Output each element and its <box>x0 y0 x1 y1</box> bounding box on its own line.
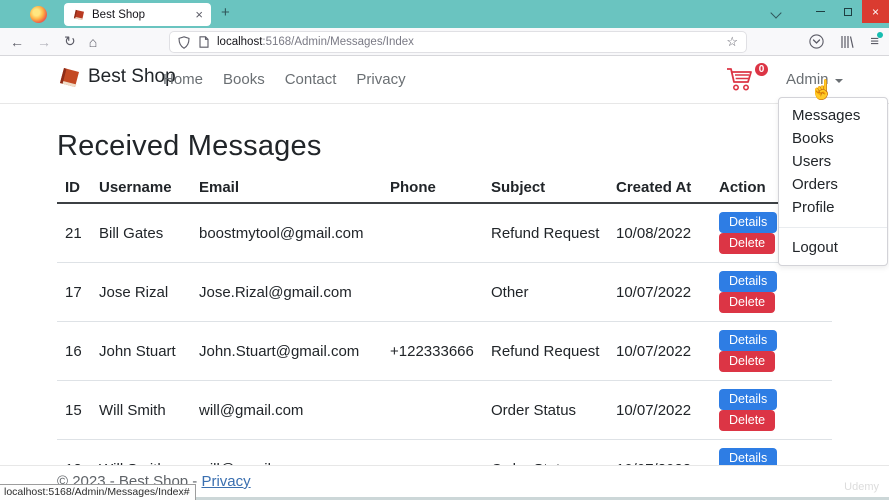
menu-item-users[interactable]: Users <box>779 150 887 173</box>
site-navbar: Best Shop Home Books Contact Privacy 0 A… <box>0 56 889 104</box>
cell-email: will@gmail.com <box>191 381 382 440</box>
table-row: 17 Jose Rizal Jose.Rizal@gmail.com Other… <box>57 263 832 322</box>
cell-email: John.Stuart@gmail.com <box>191 322 382 381</box>
cart-count-badge: 0 <box>753 61 770 78</box>
home-button[interactable]: ⌂ <box>89 34 97 50</box>
menu-button[interactable]: ≡ <box>870 33 879 50</box>
bookmark-star-icon[interactable]: ☆ <box>726 34 738 50</box>
menu-item-messages[interactable]: Messages <box>779 104 887 127</box>
table-row: 21 Bill Gates boostmytool@gmail.com Refu… <box>57 203 832 263</box>
cell-actions: DetailsDelete <box>711 263 832 322</box>
cell-subject: Order Status <box>483 381 608 440</box>
menu-notification-dot <box>877 32 883 38</box>
caret-down-icon <box>835 79 843 83</box>
cell-id: 17 <box>57 263 91 322</box>
cell-phone <box>382 263 483 322</box>
library-icon[interactable] <box>840 35 854 49</box>
cell-subject: Refund Request <box>483 322 608 381</box>
header-email: Email <box>191 174 382 203</box>
firefox-icon[interactable] <box>30 6 47 23</box>
admin-dropdown-menu: Messages Books Users Orders Profile Logo… <box>778 97 888 266</box>
cell-username: Will Smith <box>91 381 191 440</box>
new-tab-button[interactable]: + <box>221 4 230 21</box>
cart-icon <box>726 67 756 93</box>
menu-item-logout[interactable]: Logout <box>779 236 887 259</box>
cell-actions: DetailsDelete <box>711 322 832 381</box>
messages-table: ID Username Email Phone Subject Created … <box>57 174 832 499</box>
delete-button[interactable]: Delete <box>719 233 775 254</box>
menu-item-orders[interactable]: Orders <box>779 173 887 196</box>
details-button[interactable]: Details <box>719 330 777 351</box>
back-button[interactable]: ← <box>10 34 24 50</box>
cell-created-at: 10/07/2022 <box>608 381 711 440</box>
window-controls: × <box>806 0 889 23</box>
menu-divider <box>779 227 887 228</box>
shield-icon[interactable] <box>178 36 190 49</box>
footer-privacy-link[interactable]: Privacy <box>201 473 250 490</box>
header-created-at: Created At <box>608 174 711 203</box>
link-status-tooltip: localhost:5168/Admin/Messages/Index# <box>0 484 196 500</box>
tab-title: Best Shop <box>92 9 195 21</box>
cell-phone: +122333666 <box>382 322 483 381</box>
tab-list-chevron-icon[interactable] <box>770 7 781 18</box>
forward-button[interactable]: → <box>37 34 51 50</box>
cell-phone <box>382 203 483 263</box>
cell-email: Jose.Rizal@gmail.com <box>191 263 382 322</box>
nav-link-privacy[interactable]: Privacy <box>346 71 415 88</box>
menu-item-profile[interactable]: Profile <box>779 196 887 219</box>
cell-created-at: 10/08/2022 <box>608 203 711 263</box>
details-button[interactable]: Details <box>719 389 777 410</box>
maximize-button[interactable] <box>834 0 862 23</box>
header-subject: Subject <box>483 174 608 203</box>
cell-username: John Stuart <box>91 322 191 381</box>
tab-close-icon[interactable]: × <box>195 8 203 21</box>
reload-button[interactable]: ↻ <box>64 33 76 50</box>
minimize-button[interactable] <box>806 0 834 23</box>
delete-button[interactable]: Delete <box>719 410 775 431</box>
header-id: ID <box>57 174 91 203</box>
table-row: 15 Will Smith will@gmail.com Order Statu… <box>57 381 832 440</box>
address-bar[interactable]: localhost:5168/Admin/Messages/Index ☆ <box>170 32 746 52</box>
header-username: Username <box>91 174 191 203</box>
watermark: Udemy <box>844 481 879 493</box>
header-phone: Phone <box>382 174 483 203</box>
nav-link-contact[interactable]: Contact <box>275 71 347 88</box>
close-window-button[interactable]: × <box>862 0 889 23</box>
cell-id: 21 <box>57 203 91 263</box>
cell-created-at: 10/07/2022 <box>608 263 711 322</box>
cell-email: boostmytool@gmail.com <box>191 203 382 263</box>
cell-id: 15 <box>57 381 91 440</box>
page-title: Received Messages <box>57 130 889 163</box>
cell-username: Bill Gates <box>91 203 191 263</box>
cell-actions: DetailsDelete <box>711 381 832 440</box>
book-logo-icon <box>57 67 81 88</box>
page-info-icon[interactable] <box>199 36 209 48</box>
table-header-row: ID Username Email Phone Subject Created … <box>57 174 832 203</box>
browser-tab[interactable]: Best Shop × <box>64 3 211 26</box>
browser-window: Best Shop × + × ← → ↻ ⌂ localhost:5168/A… <box>0 0 889 500</box>
mouse-hand-cursor: ☝ <box>810 78 834 102</box>
details-button[interactable]: Details <box>719 212 777 233</box>
details-button[interactable]: Details <box>719 271 777 292</box>
delete-button[interactable]: Delete <box>719 292 775 313</box>
pocket-icon[interactable] <box>809 34 824 49</box>
menu-item-books[interactable]: Books <box>779 127 887 150</box>
cell-created-at: 10/07/2022 <box>608 322 711 381</box>
nav-link-home[interactable]: Home <box>153 71 213 88</box>
cell-username: Jose Rizal <box>91 263 191 322</box>
table-row: 16 John Stuart John.Stuart@gmail.com +12… <box>57 322 832 381</box>
cell-phone <box>382 381 483 440</box>
cell-id: 16 <box>57 322 91 381</box>
cell-subject: Other <box>483 263 608 322</box>
cell-subject: Refund Request <box>483 203 608 263</box>
delete-button[interactable]: Delete <box>719 351 775 372</box>
browser-toolbar: ← → ↻ ⌂ localhost:5168/Admin/Messages/In… <box>0 28 889 56</box>
url-text[interactable]: localhost:5168/Admin/Messages/Index <box>217 36 726 48</box>
book-favicon-icon <box>72 9 85 20</box>
nav-link-books[interactable]: Books <box>213 71 275 88</box>
cart-button[interactable]: 0 <box>726 67 762 95</box>
browser-tab-bar: Best Shop × + × <box>0 0 889 28</box>
page-content: Received Messages ID Username Email Phon… <box>0 104 889 500</box>
